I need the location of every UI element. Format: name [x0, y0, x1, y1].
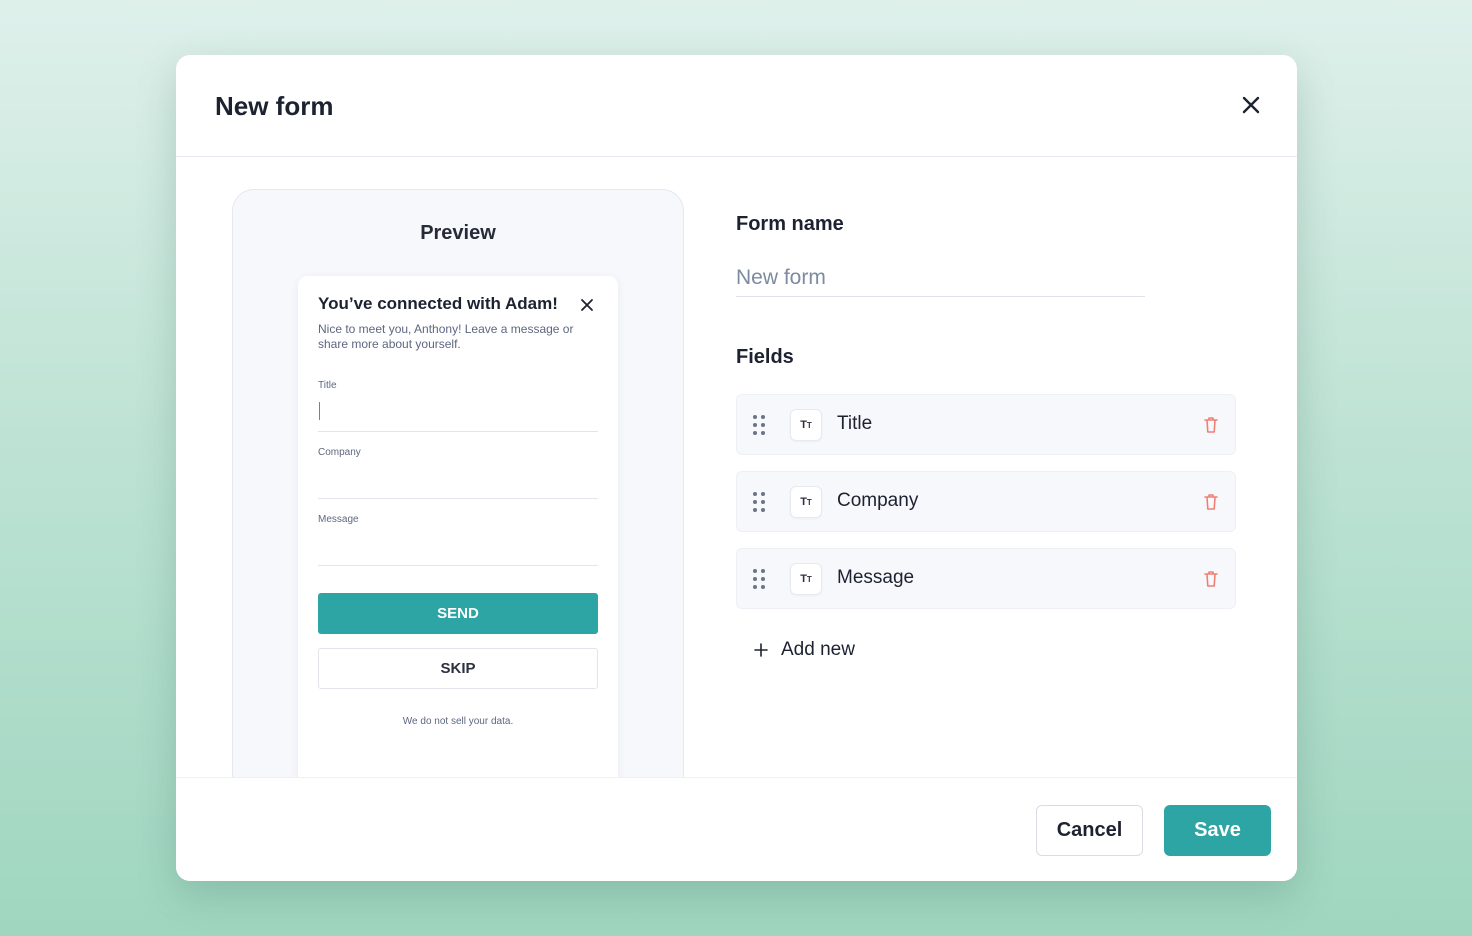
- trash-icon[interactable]: [1203, 415, 1219, 435]
- modal-header: New form: [176, 55, 1297, 157]
- close-button[interactable]: [1237, 91, 1265, 119]
- text-type-icon: TT: [790, 409, 822, 441]
- preview-field-label: Company: [318, 447, 361, 458]
- cancel-button[interactable]: Cancel: [1036, 805, 1143, 856]
- send-button[interactable]: SEND: [318, 593, 598, 634]
- preview-field-label: Title: [318, 380, 337, 391]
- save-button[interactable]: Save: [1164, 805, 1271, 856]
- preview-field-input[interactable]: [318, 431, 598, 432]
- form-name-input[interactable]: [736, 259, 1145, 297]
- preview-field-input[interactable]: [318, 565, 598, 566]
- form-name-label: Form name: [736, 213, 844, 235]
- fields-label: Fields: [736, 346, 794, 368]
- preview-panel: Preview You’ve connected with Adam! Nice…: [232, 189, 684, 796]
- add-new-field-button[interactable]: Add new: [753, 637, 855, 663]
- close-icon: [1242, 96, 1260, 114]
- new-form-modal: New form Preview You’ve connected with A…: [176, 55, 1297, 881]
- field-row-message[interactable]: TT Message: [736, 548, 1236, 609]
- preview-card: You’ve connected with Adam! Nice to meet…: [298, 276, 618, 796]
- modal-title: New form: [215, 91, 334, 121]
- preview-title: Preview: [420, 222, 496, 244]
- trash-icon[interactable]: [1203, 569, 1219, 589]
- drag-handle-icon[interactable]: [751, 414, 767, 436]
- drag-handle-icon[interactable]: [751, 491, 767, 513]
- preview-close-button[interactable]: [580, 298, 594, 312]
- privacy-disclaimer: We do not sell your data.: [402, 716, 514, 727]
- preview-field-input[interactable]: [318, 498, 598, 499]
- field-label: Company: [837, 490, 919, 511]
- text-caret: [319, 402, 320, 420]
- field-label: Title: [837, 413, 873, 434]
- close-icon: [581, 299, 593, 311]
- trash-icon[interactable]: [1203, 492, 1219, 512]
- text-type-icon: TT: [790, 486, 822, 518]
- field-row-company[interactable]: TT Company: [736, 471, 1236, 532]
- add-new-label: Add new: [781, 639, 855, 660]
- plus-icon: [754, 643, 768, 657]
- drag-handle-icon[interactable]: [751, 568, 767, 590]
- field-label: Message: [837, 567, 915, 588]
- field-row-title[interactable]: TT Title: [736, 394, 1236, 455]
- preview-card-heading: You’ve connected with Adam!: [318, 294, 558, 313]
- modal-footer: Cancel Save: [176, 777, 1297, 881]
- preview-field-label: Message: [318, 514, 359, 525]
- text-type-icon: TT: [790, 563, 822, 595]
- preview-card-subtext: Nice to meet you, Anthony! Leave a messa…: [318, 322, 574, 351]
- skip-button[interactable]: SKIP: [318, 648, 598, 689]
